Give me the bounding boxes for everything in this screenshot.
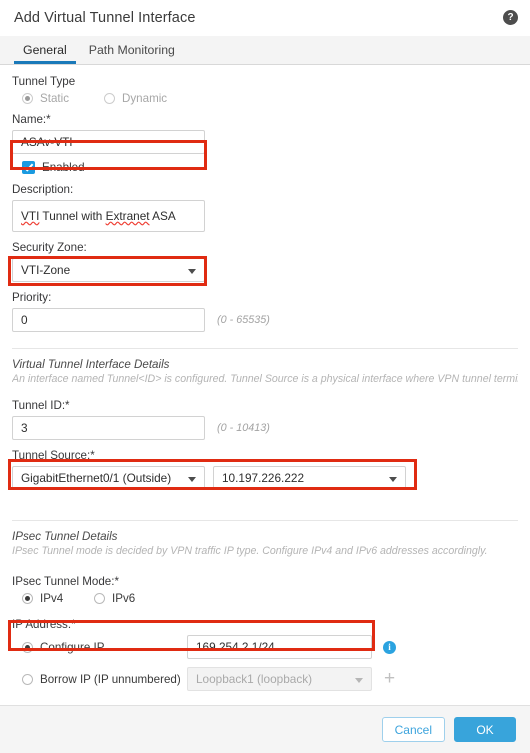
radio-ipsec-ipv4[interactable]: IPv4 (22, 592, 94, 605)
priority-hint: (0 - 65535) (217, 314, 270, 326)
ipsec-tunnel-mode-label: IPsec Tunnel Mode:* (12, 575, 119, 588)
name-label: Name:* (12, 113, 51, 126)
configure-ip-row: Configure IP 169.254.2.1/24 i (22, 635, 518, 659)
vti-section-description: An interface named Tunnel<ID> is configu… (12, 373, 518, 385)
radio-ipv6-indicator (94, 593, 105, 604)
radio-ipsec-ipv6[interactable]: IPv6 (94, 592, 135, 605)
priority-input-value: 0 (21, 313, 28, 327)
radio-borrow-ip-label: Borrow IP (IP unnumbered) (40, 672, 181, 686)
cancel-button[interactable]: Cancel (381, 717, 445, 742)
ipsec-section-description: IPsec Tunnel mode is decided by VPN traf… (12, 545, 488, 557)
radio-static-indicator (22, 93, 33, 104)
description-label: Description: (12, 183, 74, 196)
enabled-checkbox-box (22, 161, 35, 174)
page-title: Add Virtual Tunnel Interface (14, 10, 196, 26)
tunnel-source-address-dropdown[interactable]: 10.197.226.222 (213, 466, 406, 490)
dialog-body: Tunnel Type Static Dynamic Name:* ASAv-V… (0, 65, 530, 734)
tab-general-label: General (23, 43, 67, 57)
priority-label: Priority: (12, 291, 52, 304)
radio-ipv6-label: IPv6 (112, 592, 136, 605)
configure-ip-value: 169.254.2.1/24 (196, 640, 275, 654)
ok-button[interactable]: OK (454, 717, 516, 742)
security-zone-dropdown[interactable]: VTI-Zone (12, 258, 205, 282)
tunnel-id-input[interactable]: 3 (12, 416, 205, 440)
tunnel-id-label: Tunnel ID:* (12, 399, 70, 412)
tunnel-source-address-value: 10.197.226.222 (222, 471, 305, 485)
radio-static-label: Static (40, 92, 69, 105)
tab-path-monitoring[interactable]: Path Monitoring (78, 36, 186, 64)
tunnel-source-label: Tunnel Source:* (12, 449, 95, 462)
radio-tunnel-type-dynamic: Dynamic (104, 92, 167, 105)
radio-dynamic-indicator (104, 93, 115, 104)
tunnel-type-label: Tunnel Type (12, 75, 76, 88)
vti-section-title: Virtual Tunnel Interface Details (12, 358, 170, 371)
tab-path-monitoring-label: Path Monitoring (88, 43, 175, 57)
radio-configure-ip-indicator (22, 641, 33, 653)
radio-borrow-ip-indicator (22, 673, 33, 685)
tunnel-type-radio-group: Static Dynamic (22, 92, 518, 105)
priority-input[interactable]: 0 (12, 308, 205, 332)
ipsec-tunnel-mode-radio-group: IPv4 IPv6 (22, 592, 518, 605)
ip-address-label: IP Address:* (12, 618, 76, 631)
tab-general[interactable]: General (12, 36, 78, 64)
description-input[interactable]: VTI Tunnel with Extranet ASA (12, 200, 205, 232)
cancel-button-label: Cancel (394, 722, 432, 737)
tunnel-id-hint: (0 - 10413) (217, 422, 270, 434)
ok-button-label: OK (476, 722, 494, 737)
info-icon[interactable]: i (383, 640, 396, 654)
tunnel-id-row: 3 (0 - 10413) (12, 416, 518, 440)
tunnel-source-interface-value: GigabitEthernet0/1 (Outside) (21, 471, 172, 485)
plus-icon[interactable]: + (384, 669, 395, 688)
add-virtual-tunnel-interface-dialog: Add Virtual Tunnel Interface ? General P… (0, 0, 530, 753)
description-input-value: VTI Tunnel with Extranet ASA (21, 209, 176, 223)
name-input-value: ASAv-VTI (21, 135, 73, 149)
borrow-ip-dropdown: Loopback1 (loopback) (187, 667, 372, 691)
dialog-footer: Cancel OK (0, 705, 530, 753)
radio-tunnel-type-static: Static (22, 92, 104, 105)
tunnel-source-row: GigabitEthernet0/1 (Outside) 10.197.226.… (12, 466, 518, 490)
radio-configure-ip-label: Configure IP (40, 640, 105, 654)
security-zone-label: Security Zone: (12, 241, 87, 254)
help-icon[interactable]: ? (503, 10, 518, 25)
borrow-ip-value: Loopback1 (loopback) (196, 672, 313, 686)
priority-row: 0 (0 - 65535) (12, 308, 518, 332)
radio-dynamic-label: Dynamic (122, 92, 168, 105)
radio-ipv4-label: IPv4 (40, 592, 64, 605)
name-input[interactable]: ASAv-VTI (12, 130, 205, 154)
radio-borrow-ip[interactable]: Borrow IP (IP unnumbered) (22, 673, 187, 686)
borrow-ip-row: Borrow IP (IP unnumbered) Loopback1 (loo… (22, 667, 518, 691)
security-zone-value: VTI-Zone (21, 263, 71, 277)
configure-ip-input[interactable]: 169.254.2.1/24 (187, 635, 372, 659)
radio-configure-ip[interactable]: Configure IP (22, 641, 187, 654)
radio-ipv4-indicator (22, 593, 33, 604)
enabled-checkbox-label: Enabled (42, 161, 85, 174)
enabled-checkbox[interactable]: Enabled (22, 161, 518, 174)
vti-section-divider (12, 348, 518, 349)
ipsec-section-title: IPsec Tunnel Details (12, 530, 118, 543)
tunnel-id-input-value: 3 (21, 421, 28, 435)
tunnel-source-interface-dropdown[interactable]: GigabitEthernet0/1 (Outside) (12, 466, 205, 490)
ipsec-section-divider (12, 520, 518, 521)
tab-bar: General Path Monitoring (0, 36, 530, 65)
dialog-header: Add Virtual Tunnel Interface ? (0, 0, 530, 36)
